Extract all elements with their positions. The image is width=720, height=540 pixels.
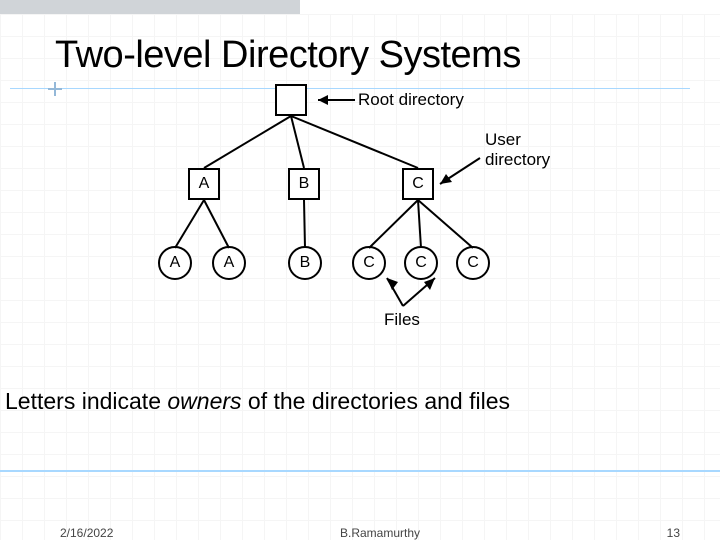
title-bullet-icon [48,82,62,96]
caption-post: of the directories and files [242,388,510,414]
slide-caption: Letters indicate owners of the directori… [5,388,510,415]
root-directory-label: Root directory [358,90,464,110]
footer-page-number: 13 [667,526,680,540]
tree-connectors [140,78,620,338]
files-label: Files [384,310,420,330]
footer-author: B.Ramamurthy [340,526,420,540]
footer-rule [0,470,720,472]
user-directory-label-line2: directory [485,150,550,169]
directory-tree-diagram: A B C A A B C C C Root directory User d [140,78,620,338]
user-directory-label: User directory [485,130,550,170]
slide-title: Two-level Directory Systems [55,34,521,77]
caption-pre: Letters indicate [5,388,167,414]
slide-top-accent [0,0,300,14]
caption-emphasis: owners [167,388,241,414]
footer-date: 2/16/2022 [60,526,113,540]
user-directory-label-line1: User [485,130,521,149]
